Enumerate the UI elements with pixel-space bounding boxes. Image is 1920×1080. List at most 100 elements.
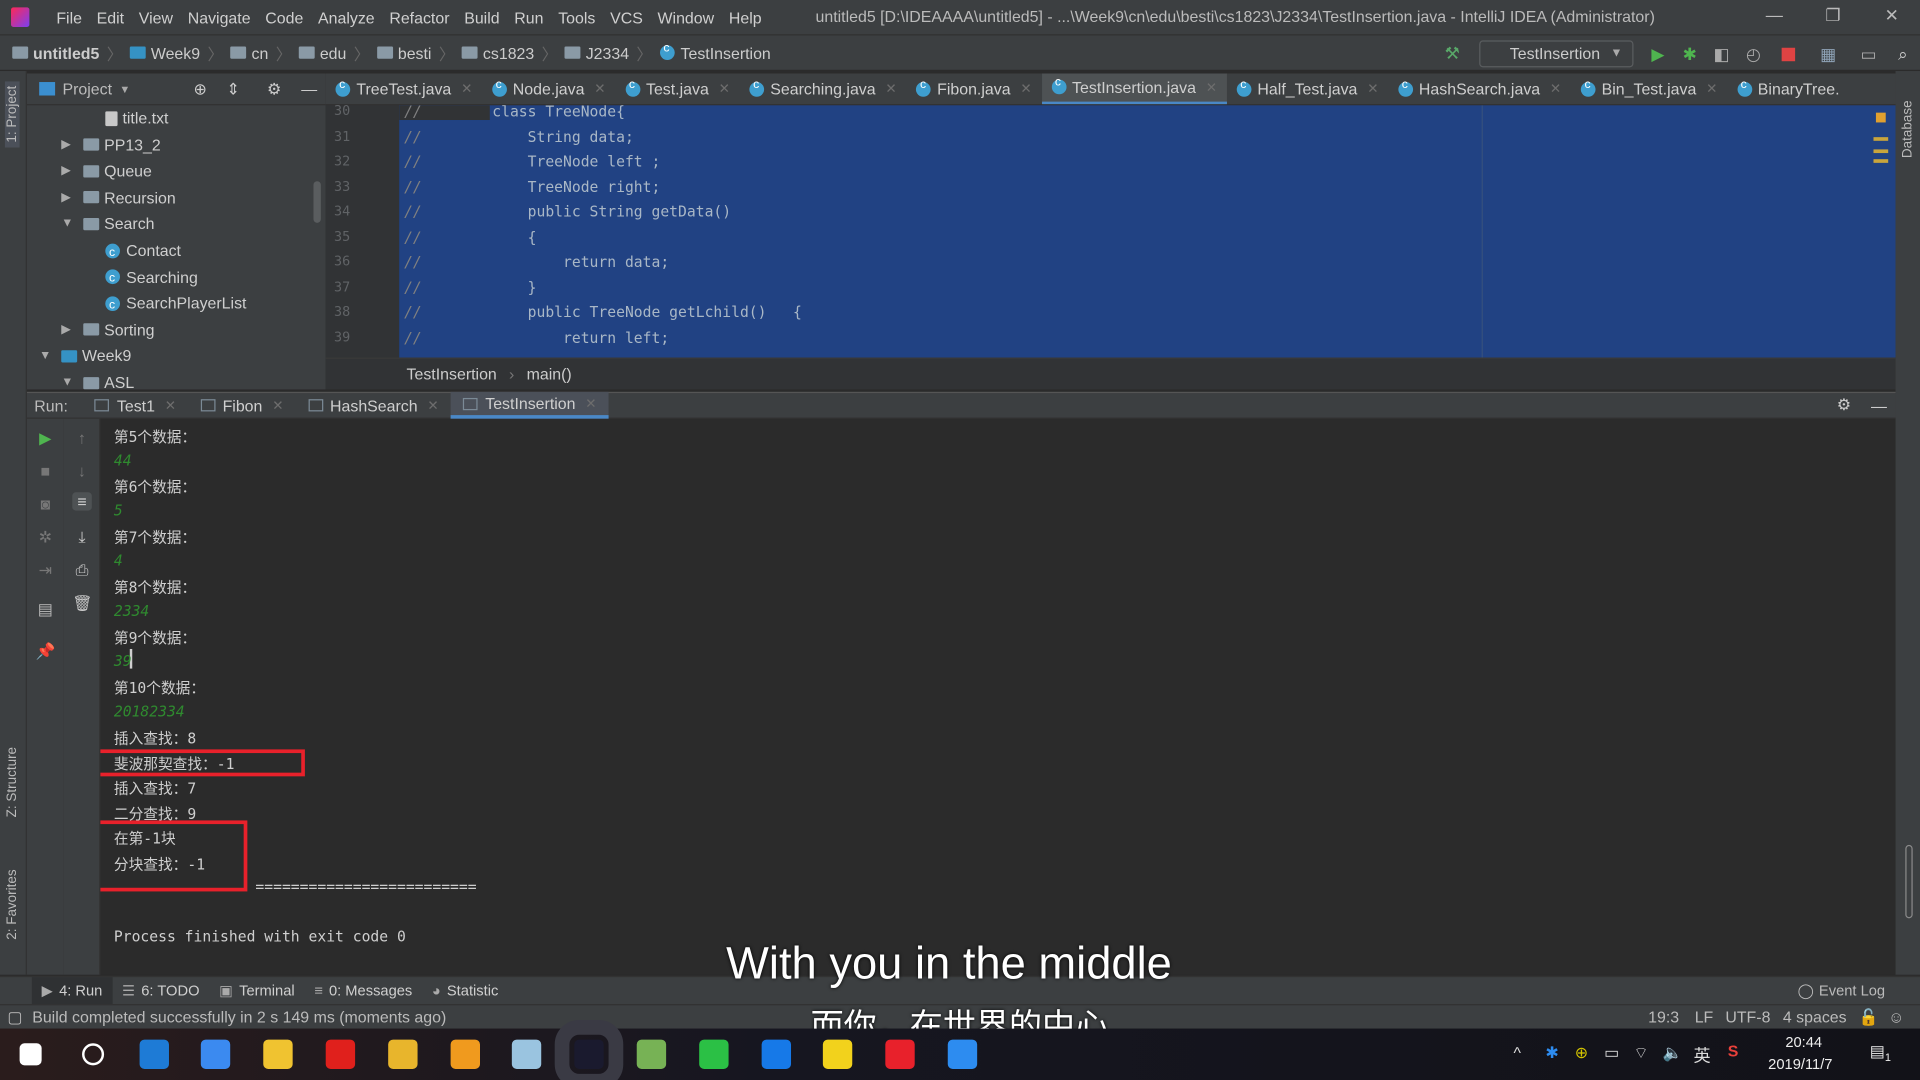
battery-icon[interactable]: ▭	[1604, 1043, 1619, 1063]
collapsed-arrow-icon[interactable]: ▶	[61, 158, 76, 184]
editor-tab[interactable]: Searching.java ✕	[740, 73, 907, 104]
hide-icon[interactable]: —	[1871, 396, 1887, 414]
locate-icon[interactable]: ⊕	[193, 79, 206, 99]
close-tab-icon[interactable]: ✕	[1550, 81, 1561, 97]
menu-view[interactable]: View	[131, 8, 180, 26]
arrow-down-icon[interactable]: ↓	[72, 462, 92, 480]
crumb-class[interactable]: TestInsertion	[407, 365, 497, 383]
close-tab-icon[interactable]: ✕	[585, 396, 596, 412]
collapse-all-icon[interactable]: ⇕	[227, 79, 240, 99]
menu-file[interactable]: File	[49, 8, 89, 26]
menu-edit[interactable]: Edit	[89, 8, 131, 26]
taskbar-edge-icon[interactable]	[139, 1039, 169, 1069]
taskbar-cortana-icon[interactable]	[81, 1043, 104, 1066]
menu-help[interactable]: Help	[721, 8, 768, 26]
exit-icon[interactable]: ⇥	[36, 561, 56, 581]
taskbar-wechat-icon[interactable]	[698, 1039, 729, 1069]
taskbar-phone-icon[interactable]	[947, 1039, 978, 1069]
file-encoding[interactable]: UTF-8	[1725, 1008, 1770, 1026]
collapsed-arrow-icon[interactable]: ▶	[61, 317, 76, 343]
taskbar-android-studio-icon[interactable]	[636, 1039, 667, 1069]
soft-wrap-icon[interactable]: ≡	[72, 492, 92, 511]
collapsed-arrow-icon[interactable]: ▶	[61, 132, 76, 158]
clock-time[interactable]: 20:44	[1785, 1033, 1822, 1050]
tree-item[interactable]: Searching	[83, 264, 198, 292]
tree-item[interactable]: ▼ ASL	[61, 370, 134, 389]
editor-tab[interactable]: Half_Test.java ✕	[1227, 73, 1388, 104]
taskbar-explorer-icon[interactable]	[263, 1039, 293, 1069]
taskbar-paint-icon[interactable]	[512, 1039, 542, 1069]
editor-tab[interactable]: Test.java ✕	[615, 73, 739, 104]
gear-icon[interactable]: ⚙	[1837, 396, 1851, 416]
trash-icon[interactable]: 🗑	[72, 594, 92, 614]
breadcrumb-item[interactable]: Week9	[125, 43, 205, 62]
close-tab-icon[interactable]: ✕	[719, 81, 730, 97]
menu-code[interactable]: Code	[258, 8, 311, 26]
menu-run[interactable]: Run	[507, 8, 551, 26]
menu-analyze[interactable]: Analyze	[311, 8, 382, 26]
tree-item[interactable]: ▶ Queue	[61, 158, 152, 184]
editor-tab[interactable]: TestInsertion.java ✕	[1041, 73, 1227, 105]
taskbar-start-icon[interactable]	[19, 1043, 42, 1066]
breadcrumb-item[interactable]: J2334	[560, 43, 634, 62]
run-tab[interactable]: Fibon ✕	[188, 392, 295, 419]
stop-icon[interactable]: ■	[36, 462, 56, 480]
stop-icon[interactable]	[1781, 47, 1796, 62]
close-tab-icon[interactable]: ✕	[1706, 81, 1717, 97]
tree-scrollbar[interactable]	[313, 181, 321, 223]
tray-expand-icon[interactable]: ^	[1513, 1043, 1520, 1061]
arrow-up-icon[interactable]: ↑	[72, 429, 92, 447]
project-structure-icon[interactable]: ▦	[1818, 44, 1838, 64]
camera-icon[interactable]: ◙	[36, 495, 56, 513]
editor-tab[interactable]: BinaryTree.	[1727, 73, 1849, 104]
close-tab-icon[interactable]: ✕	[461, 81, 472, 97]
tree-item[interactable]: title.txt	[83, 105, 168, 131]
close-tab-icon[interactable]: ✕	[1020, 81, 1031, 97]
sogou-icon[interactable]: S	[1728, 1042, 1739, 1060]
close-button[interactable]: ✕	[1873, 5, 1910, 26]
pin-icon[interactable]: 📌	[36, 642, 56, 662]
breadcrumb-item[interactable]: TestInsertion	[655, 42, 776, 62]
taskbar-chrome-icon[interactable]	[387, 1039, 418, 1069]
close-tab-icon[interactable]: ✕	[885, 81, 896, 97]
project-view-select[interactable]: Project	[62, 80, 112, 98]
restore-button[interactable]: ❐	[1815, 5, 1852, 26]
scroll-to-end-icon[interactable]: ⤓	[72, 528, 92, 548]
indent-setting[interactable]: 4 spaces	[1783, 1008, 1847, 1026]
minimize-button[interactable]: —	[1756, 5, 1793, 25]
line-separator[interactable]: LF	[1695, 1008, 1714, 1026]
editor-tab[interactable]: TreeTest.java ✕	[326, 73, 482, 104]
expanded-arrow-icon[interactable]: ▼	[39, 343, 54, 369]
lock-icon[interactable]: 🔓	[1859, 1007, 1879, 1027]
bottom-tab-statistic[interactable]: ◕ Statistic	[422, 977, 508, 1005]
caret-position[interactable]: 19:3	[1648, 1008, 1679, 1026]
run-tab[interactable]: HashSearch ✕	[296, 392, 451, 419]
layout-icon[interactable]: ▤	[36, 600, 56, 620]
notification-icon[interactable]: ▤1	[1870, 1042, 1891, 1064]
debug-settings-icon[interactable]: ✲	[36, 528, 56, 548]
breadcrumb-item[interactable]: untitled5	[7, 43, 104, 62]
volume-icon[interactable]: 🔈	[1663, 1043, 1683, 1063]
tray-app-icon[interactable]: ✱	[1545, 1043, 1558, 1063]
warning-marker[interactable]	[1875, 112, 1886, 123]
expanded-arrow-icon[interactable]: ▼	[61, 211, 76, 237]
favorites-tool-button[interactable]: 2: Favorites	[5, 869, 20, 939]
taskbar-app-star-icon[interactable]	[761, 1039, 791, 1069]
rerun-icon[interactable]: ▶	[36, 429, 56, 449]
code-editor[interactable]: // class TreeNode{// String data; // TreeN…	[399, 105, 1896, 358]
tree-item[interactable]: ▼ Week9	[39, 343, 131, 369]
tree-item[interactable]: ▶ Recursion	[61, 185, 176, 211]
taskbar-qq-music-icon[interactable]	[823, 1039, 853, 1069]
status-toggle-icon[interactable]: ▢	[7, 1007, 22, 1027]
database-tool-button[interactable]: Database	[1900, 100, 1915, 158]
expanded-arrow-icon[interactable]: ▼	[61, 370, 76, 389]
editor-tab[interactable]: Node.java ✕	[482, 73, 615, 104]
close-tab-icon[interactable]: ✕	[165, 397, 176, 414]
tree-item[interactable]: ▶ PP13_2	[61, 132, 161, 158]
wifi-icon[interactable]: ⌔	[1633, 1043, 1648, 1063]
close-tab-icon[interactable]: ✕	[1367, 81, 1378, 97]
menu-build[interactable]: Build	[457, 8, 507, 26]
close-tab-icon[interactable]: ✕	[1206, 79, 1217, 95]
project-tool-button[interactable]: 1: Project	[4, 80, 20, 148]
console-output[interactable]: 第5个数据： 44 第6个数据： 5 第7个数据： 4 第8个数据： 2334 第9个数据： 39…	[100, 418, 1896, 975]
